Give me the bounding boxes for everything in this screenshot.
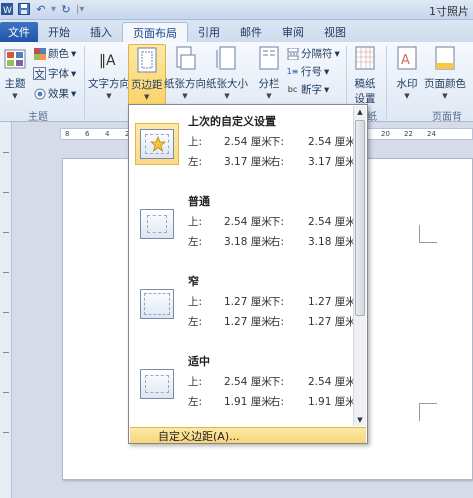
chevron-down-icon: ▼	[442, 92, 448, 100]
chevron-down-icon: ▼	[106, 92, 112, 100]
word-app-icon[interactable]: W	[0, 2, 14, 16]
line-numbers-icon: 1≡	[286, 67, 299, 76]
page-background-group-label: 页面背	[432, 112, 462, 123]
effects-button[interactable]: 效果 ▾	[33, 86, 76, 101]
margin-preview	[135, 123, 179, 165]
tab-review[interactable]: 审阅	[272, 22, 314, 42]
margin-corner-mark	[419, 403, 437, 421]
columns-icon	[254, 44, 284, 74]
tab-mailings[interactable]: 邮件	[230, 22, 272, 42]
margin-preview	[135, 203, 179, 245]
margins-gallery: 上次的自定义设置 上: 2.54 厘米 下: 2.54 厘米 左: 3.17 厘…	[128, 104, 368, 444]
orientation-icon	[170, 44, 200, 74]
hyphenation-button[interactable]: bc 断字 ▾	[286, 82, 330, 97]
breaks-button[interactable]: 分隔符 ▾	[286, 46, 340, 61]
chevron-down-icon: ▾	[324, 83, 330, 96]
gallery-scrollbar[interactable]: ▲ ▼	[353, 106, 366, 426]
redo-icon[interactable]: ↻	[59, 2, 73, 16]
tab-references[interactable]: 引用	[188, 22, 230, 42]
chevron-down-icon: ▾	[324, 65, 330, 78]
chevron-down-icon: ▼	[12, 92, 18, 100]
tab-insert[interactable]: 插入	[80, 22, 122, 42]
custom-margins-button[interactable]: 自定义边距(A)...	[130, 427, 366, 443]
scrollbar-thumb[interactable]	[355, 120, 365, 316]
group-divider	[84, 46, 85, 120]
chevron-down-icon: ▼	[144, 93, 150, 101]
orientation-button[interactable]: 纸张方向 ▼	[164, 44, 206, 100]
hyphenation-icon: bc	[287, 85, 298, 94]
tab-file[interactable]: 文件	[0, 22, 38, 42]
tab-page-layout[interactable]: 页面布局	[122, 22, 188, 42]
customize-qat-icon[interactable]: |▾	[76, 4, 84, 15]
fonts-icon: 文	[33, 67, 46, 81]
chevron-down-icon: ▾	[334, 47, 340, 60]
quick-access-toolbar: W ↶ ▾ ↻ |▾	[0, 2, 84, 16]
page-color-icon	[430, 44, 460, 74]
scroll-down-icon[interactable]: ▼	[354, 414, 366, 426]
watermark-icon: A	[392, 44, 422, 74]
line-numbers-button[interactable]: 1≡ 行号 ▾	[286, 64, 330, 79]
fonts-button[interactable]: 文 字体 ▾	[33, 66, 76, 81]
chevron-down-icon: ▼	[266, 92, 272, 100]
effects-icon	[33, 87, 46, 100]
themes-icon	[0, 44, 30, 74]
chevron-down-icon: ▼	[224, 92, 230, 100]
ribbon-tabs: 文件 开始 插入 页面布局 引用 邮件 审阅 视图	[0, 20, 473, 42]
columns-button[interactable]: 分栏 ▼	[254, 44, 284, 100]
chevron-down-icon: ▼	[404, 92, 410, 100]
chevron-down-icon: ▾	[71, 67, 77, 80]
tab-home[interactable]: 开始	[38, 22, 80, 42]
chevron-down-icon: ▾	[71, 47, 77, 60]
margins-list: 上次的自定义设置 上: 2.54 厘米 下: 2.54 厘米 左: 3.17 厘…	[130, 106, 354, 426]
text-direction-icon: ‖A	[94, 44, 124, 74]
text-direction-button[interactable]: ‖A 文字方向 ▼	[88, 44, 130, 100]
margin-corner-mark	[419, 225, 437, 243]
colors-icon	[33, 47, 46, 60]
vertical-ruler[interactable]	[0, 122, 12, 498]
document-title: 1寸照片	[429, 5, 469, 18]
undo-icon[interactable]: ↶	[34, 2, 48, 16]
margin-preset-moderate[interactable]: 适中 上: 2.54 厘米 下: 2.54 厘米 左: 1.91 厘米 右: 1…	[132, 346, 354, 422]
page-color-button[interactable]: 页面颜色 ▼	[424, 44, 466, 100]
star-icon	[150, 136, 166, 152]
scroll-up-icon[interactable]: ▲	[354, 106, 366, 118]
margins-button[interactable]: 页边距 ▼	[128, 44, 166, 106]
manuscript-settings-button[interactable]: 稿纸 设置	[350, 44, 380, 106]
svg-text:W: W	[3, 6, 12, 15]
tab-view[interactable]: 视图	[314, 22, 356, 42]
breaks-icon	[286, 47, 299, 60]
margin-preview	[135, 283, 179, 325]
svg-text:A: A	[401, 53, 410, 68]
margins-icon	[132, 45, 162, 75]
paper-size-icon	[212, 44, 242, 74]
margin-preset-narrow[interactable]: 窄 上: 1.27 厘米 下: 1.27 厘米 左: 1.27 厘米 右: 1.…	[132, 266, 354, 342]
title-bar: W ↶ ▾ ↻ |▾ 1寸照片	[0, 0, 473, 20]
margin-preset-last-custom[interactable]: 上次的自定义设置 上: 2.54 厘米 下: 2.54 厘米 左: 3.17 厘…	[132, 106, 354, 182]
chevron-down-icon[interactable]: ▾	[51, 4, 56, 15]
chevron-down-icon: ▾	[71, 87, 77, 100]
chevron-down-icon: ▼	[182, 92, 188, 100]
themes-button[interactable]: 主题 ▼	[0, 44, 30, 100]
group-divider	[386, 46, 387, 120]
paper-group-label: 纸	[367, 112, 377, 123]
watermark-button[interactable]: A 水印 ▼	[392, 44, 422, 100]
margin-preset-normal[interactable]: 普通 上: 2.54 厘米 下: 2.54 厘米 左: 3.18 厘米 右: 3…	[132, 186, 354, 262]
colors-button[interactable]: 颜色 ▾	[33, 46, 76, 61]
save-icon[interactable]	[17, 2, 31, 16]
size-button[interactable]: 纸张大小 ▼	[206, 44, 248, 100]
manuscript-icon	[350, 44, 380, 74]
svg-text:‖A: ‖A	[99, 53, 116, 69]
margin-preview	[135, 363, 179, 405]
themes-group-label: 主题	[28, 112, 48, 123]
